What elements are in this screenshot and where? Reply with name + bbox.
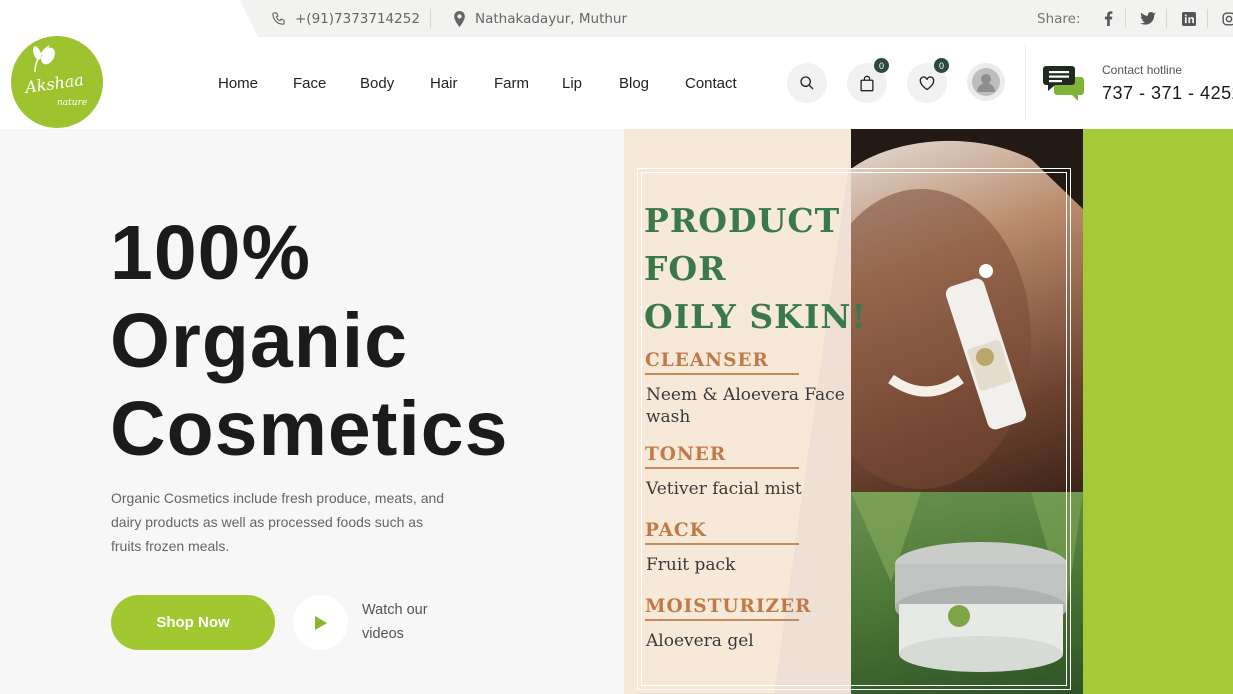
hero-title-line: 100% [110,210,311,296]
search-icon [800,76,814,90]
play-icon [314,615,327,630]
category-underline [645,467,799,469]
chat-bubbles-icon [1043,66,1084,101]
product-cleanser: Neem & Aloevera Face wash [646,385,845,427]
nav-item-lip[interactable]: Lip [562,75,582,92]
product-toner: Vetiver facial mist [646,479,802,499]
divider [1166,9,1167,28]
cart-button[interactable]: 0 [847,58,889,103]
product-pack: Fruit pack [646,555,736,575]
divider [1207,9,1208,28]
nav-item-home[interactable]: Home [218,75,258,92]
hero-description: Organic Cosmetics include fresh produce,… [111,490,445,554]
divider [1125,9,1126,28]
hotline-label: Contact hotline [1102,63,1183,77]
phone-contact[interactable]: +(91)7373714252 [271,0,420,37]
instagram-icon[interactable] [1222,0,1233,37]
shop-now-button[interactable]: Shop Now [111,595,275,650]
divider [1025,45,1026,119]
category-cleanser: CLEANSER [645,350,769,371]
wishlist-count-badge: 0 [934,58,949,73]
logo-tagline: nature [57,98,88,108]
share-label: Share: [1037,10,1081,27]
shopping-bag-icon [860,75,874,91]
twitter-icon[interactable] [1140,0,1156,37]
user-avatar[interactable] [967,63,1005,101]
category-underline [645,373,799,375]
product-jar-photo [851,492,1083,694]
poster-title: PRODUCT FOR OILY SKIN! [644,197,867,341]
poster-title-line: PRODUCT [644,201,841,240]
jar-illustration [851,492,1083,672]
hero-title-line: Cosmetics [110,386,509,472]
category-moisturizer: MOISTURIZER [645,596,812,617]
location-pin-icon [454,10,465,27]
hotline-number[interactable]: 737 - 371 - 4252 [1102,83,1233,104]
category-underline [645,543,799,545]
facebook-icon[interactable] [1104,0,1113,37]
location-text: Nathakadayur, Muthur [475,10,628,27]
leaf-logo-icon [32,45,55,73]
divider [430,9,431,28]
play-video-button[interactable] [293,595,348,650]
location-contact: Nathakadayur, Muthur [453,0,627,37]
heart-icon [919,75,935,90]
accent-strip [1083,129,1233,694]
nav-item-blog[interactable]: Blog [619,75,649,92]
nav-item-face[interactable]: Face [293,75,326,92]
linkedin-icon[interactable] [1182,0,1196,37]
nav-item-farm[interactable]: Farm [494,75,529,92]
watch-videos-link[interactable]: Watch our videos [362,598,452,646]
search-button[interactable] [787,63,827,103]
poster-title-line: OILY SKIN! [644,297,867,336]
nav-item-body[interactable]: Body [360,75,394,92]
phone-number: +(91)7373714252 [295,10,420,27]
product-moisturizer: Aloevera gel [646,631,754,651]
phone-icon [272,12,285,25]
category-underline [645,619,799,621]
nav-item-hair[interactable]: Hair [430,75,458,92]
nav-item-contact[interactable]: Contact [685,75,737,92]
model-photo [851,129,1083,492]
user-icon [972,68,1000,96]
hero-title-line: Organic [110,298,408,384]
model-illustration [851,129,1083,489]
hero-title: 100% Organic Cosmetics [110,209,590,473]
category-toner: TONER [645,444,727,465]
cart-count-badge: 0 [874,58,889,73]
brand-logo[interactable]: Akshaa nature [11,36,103,128]
category-pack: PACK [645,520,707,541]
wishlist-button[interactable]: 0 [907,58,949,103]
top-bar: +(91)7373714252 Nathakadayur, Muthur Sha… [0,0,1233,37]
poster-title-line: FOR [644,249,727,288]
